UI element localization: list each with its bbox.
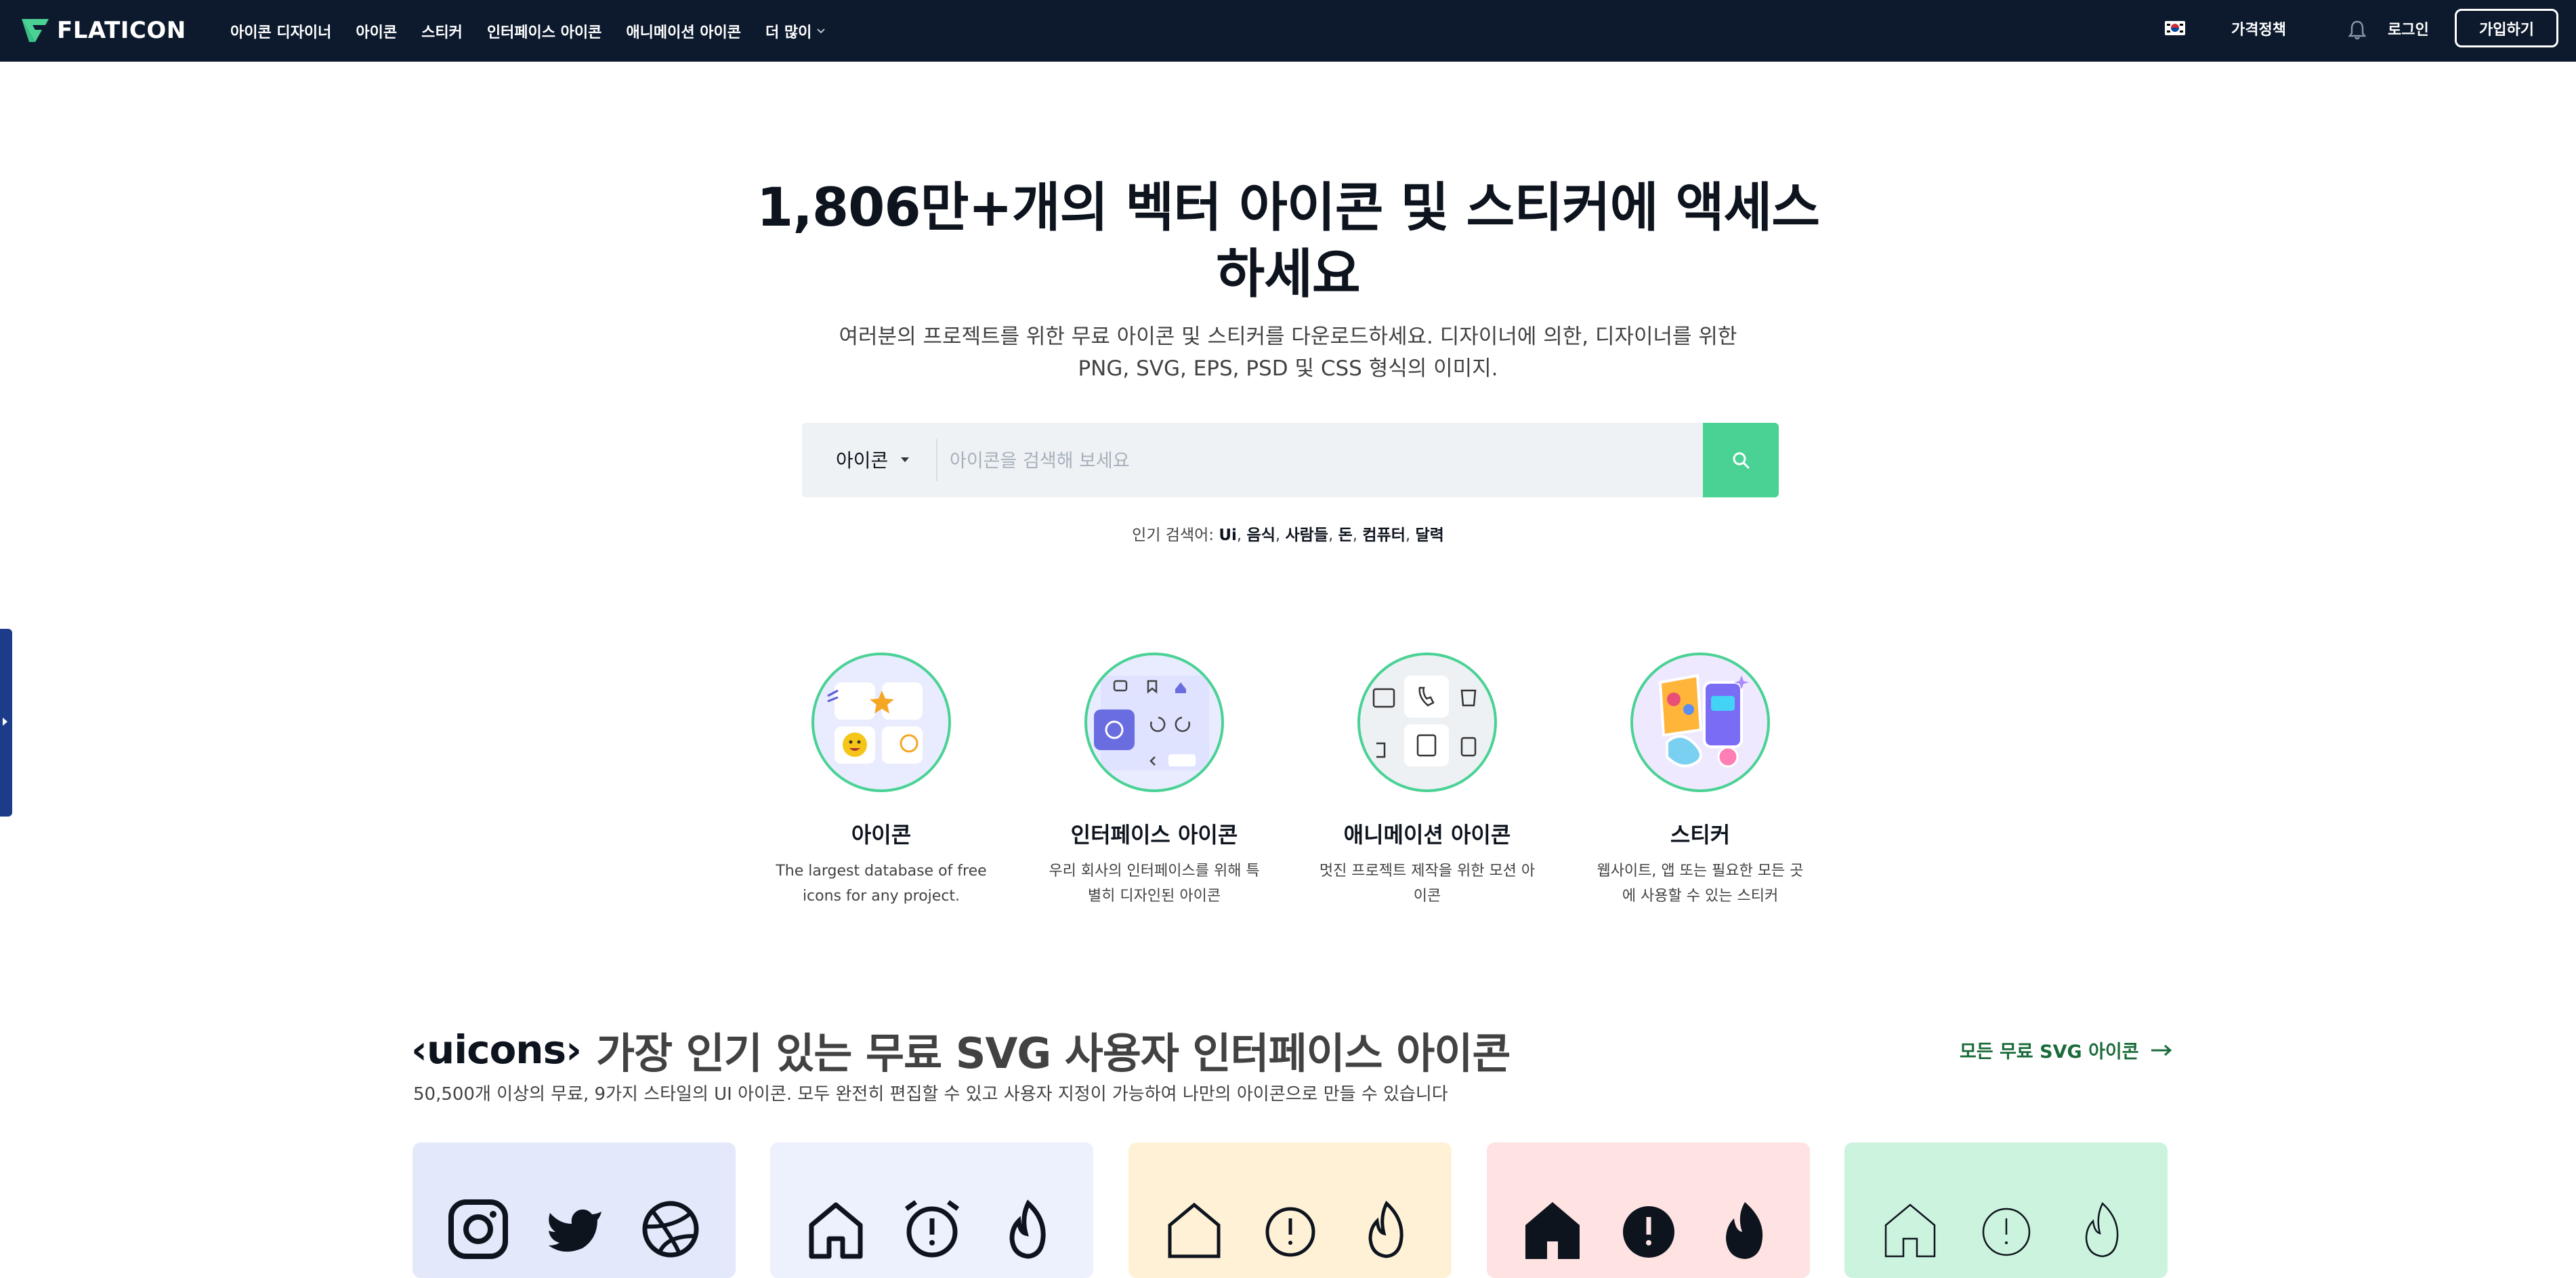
uicons-card-thin[interactable] <box>1844 1142 2168 1278</box>
category-name: 인터페이스 아이콘 <box>1070 822 1238 848</box>
category-name: 애니메이션 아이콘 <box>1343 822 1511 848</box>
alarm-exclamation-icon <box>1982 1208 2030 1256</box>
top-nav: FLATICON 아이콘 디자이너 아이콘 스티커 인터페이스 아이콘 애니메이… <box>0 0 2576 62</box>
hero-title-line1: 1,806만+개의 벡터 아이콘 및 스티커에 액세스 <box>756 178 1820 239</box>
category-stickers[interactable]: 스티커 웹사이트, 앱 또는 필요한 모든 곳에 사용할 수 있는 스티커 <box>1578 653 1822 909</box>
home-icon <box>809 1202 862 1259</box>
uicons-card-regular-straight[interactable] <box>1128 1142 1452 1278</box>
category-interface-illustration <box>1084 653 1224 792</box>
alarm-exclamation-icon <box>904 1200 959 1258</box>
popular-term[interactable]: Ui <box>1219 527 1237 544</box>
home-icon <box>1525 1202 1580 1259</box>
menu-item-stickers[interactable]: 스티커 <box>421 20 463 42</box>
chevron-down-icon <box>817 28 826 33</box>
search-icon <box>1733 452 1750 469</box>
signup-button[interactable]: 가입하기 <box>2455 9 2558 47</box>
category-desc: 우리 회사의 인터페이스를 위해 특별히 디자인된 아이콘 <box>1049 863 1260 905</box>
category-icons-illustration <box>811 653 951 792</box>
category-icons[interactable]: 아이콘 The largest database of free icons f… <box>759 653 1003 909</box>
arrow-right-icon <box>2151 1044 2172 1056</box>
menu-item-animated-icons[interactable]: 애니메이션 아이콘 <box>626 20 741 42</box>
category-animated-icons[interactable]: 애니메이션 아이콘 멋진 프로젝트 제작을 위한 모션 아이콘 <box>1305 653 1549 909</box>
hero-title-line2: 하세요 <box>1216 244 1360 305</box>
uicons-card-solid[interactable] <box>1487 1142 1810 1278</box>
popular-term[interactable]: 돈 <box>1338 527 1353 544</box>
twitter-icon <box>548 1209 601 1252</box>
flame-icon <box>1009 1199 1046 1259</box>
flaticon-logo[interactable]: FLATICON <box>20 15 186 46</box>
category-name: 스티커 <box>1670 822 1731 848</box>
popular-label: 인기 검색어: <box>1132 527 1215 544</box>
popular-term[interactable]: 달력 <box>1416 527 1444 544</box>
category-desc: 웹사이트, 앱 또는 필요한 모든 곳에 사용할 수 있는 스티커 <box>1597 863 1804 905</box>
menu-item-icons[interactable]: 아이콘 <box>356 20 397 42</box>
all-svg-icons-link[interactable]: 모든 무료 SVG 아이콘 <box>1960 1037 2173 1063</box>
login-link[interactable]: 로그인 <box>2388 18 2429 39</box>
main-menu: 아이콘 디자이너 아이콘 스티커 인터페이스 아이콘 애니메이션 아이콘 더 많… <box>230 0 826 62</box>
bell-icon[interactable] <box>2348 19 2367 41</box>
brand-name: FLATICON <box>57 17 186 44</box>
uicons-title: 가장 인기 있는 무료 SVG 사용자 인터페이스 아이콘 <box>596 1029 1511 1078</box>
popular-term[interactable]: 컴퓨터 <box>1362 527 1405 544</box>
hero-subtitle: 여러분의 프로젝트를 위한 무료 아이콘 및 스티커를 다운로드하세요. 디자이… <box>813 321 1763 385</box>
hero-subtitle-line2: PNG, SVG, EPS, PSD 및 CSS 형식의 이미지. <box>1078 356 1498 381</box>
category-desc: The largest database of free icons for a… <box>776 863 987 905</box>
more-label: 더 많이 <box>765 24 812 41</box>
menu-item-more[interactable]: 더 많이 <box>765 20 826 42</box>
flame-icon <box>1725 1202 1762 1259</box>
flame-icon <box>1368 1200 1403 1258</box>
search-button[interactable] <box>1703 423 1779 497</box>
category-interface-icons[interactable]: 인터페이스 아이콘 우리 회사의 인터페이스를 위해 특별히 디자인된 아이콘 <box>1032 653 1276 909</box>
popular-searches: 인기 검색어: Ui, 음식, 사람들, 돈, 컴퓨터, 달력 <box>1132 527 1444 544</box>
home-icon <box>1168 1202 1220 1258</box>
category-name: 아이콘 <box>851 822 912 848</box>
category-animated-illustration <box>1357 653 1497 792</box>
category-desc: 멋진 프로젝트 제작을 위한 모션 아이콘 <box>1319 863 1536 905</box>
menu-item-icon-designers[interactable]: 아이콘 디자이너 <box>230 20 331 42</box>
hero-subtitle-line1: 여러분의 프로젝트를 위한 무료 아이콘 및 스티커를 다운로드하세요. 디자이… <box>839 325 1737 349</box>
uicons-card-brands[interactable] <box>413 1142 736 1278</box>
popular-term[interactable]: 음식 <box>1247 527 1275 544</box>
category-stickers-illustration <box>1630 653 1770 792</box>
search-type-label: 아이콘 <box>836 449 889 472</box>
all-svg-icons-label: 모든 무료 SVG 아이콘 <box>1960 1042 2139 1063</box>
popular-term[interactable]: 사람들 <box>1285 527 1328 544</box>
dribbble-icon <box>642 1201 698 1258</box>
language-flag-icon[interactable] <box>2165 21 2185 35</box>
uicons-heading: ‹uicons› 가장 인기 있는 무료 SVG 사용자 인터페이스 아이콘 <box>411 1019 1511 1080</box>
search-type-select[interactable]: 아이콘 <box>836 446 910 473</box>
instagram-icon <box>448 1199 508 1259</box>
side-panel-toggle[interactable] <box>0 629 12 817</box>
uicons-logo: ‹uicons› <box>411 1027 582 1073</box>
search-input[interactable] <box>948 436 1547 485</box>
alarm-exclamation-icon <box>1622 1206 1674 1258</box>
search-divider <box>936 439 937 481</box>
caret-down-icon <box>901 457 910 462</box>
search-bar: 아이콘 <box>802 423 1779 497</box>
hero-title: 1,806만+개의 벡터 아이콘 및 스티커에 액세스 하세요 <box>745 175 1831 308</box>
flaticon-logo-icon <box>22 19 49 42</box>
menu-item-interface-icons[interactable]: 인터페이스 아이콘 <box>487 20 602 42</box>
home-icon <box>1884 1203 1935 1258</box>
uicons-subtitle: 50,500개 이상의 무료, 9가지 스타일의 UI 아이콘. 모두 완전히 … <box>413 1084 1448 1105</box>
flame-icon <box>2085 1201 2118 1258</box>
pricing-link[interactable]: 가격정책 <box>2231 18 2286 39</box>
alarm-exclamation-icon <box>1265 1207 1315 1257</box>
uicons-card-regular-rounded[interactable] <box>770 1142 1093 1278</box>
